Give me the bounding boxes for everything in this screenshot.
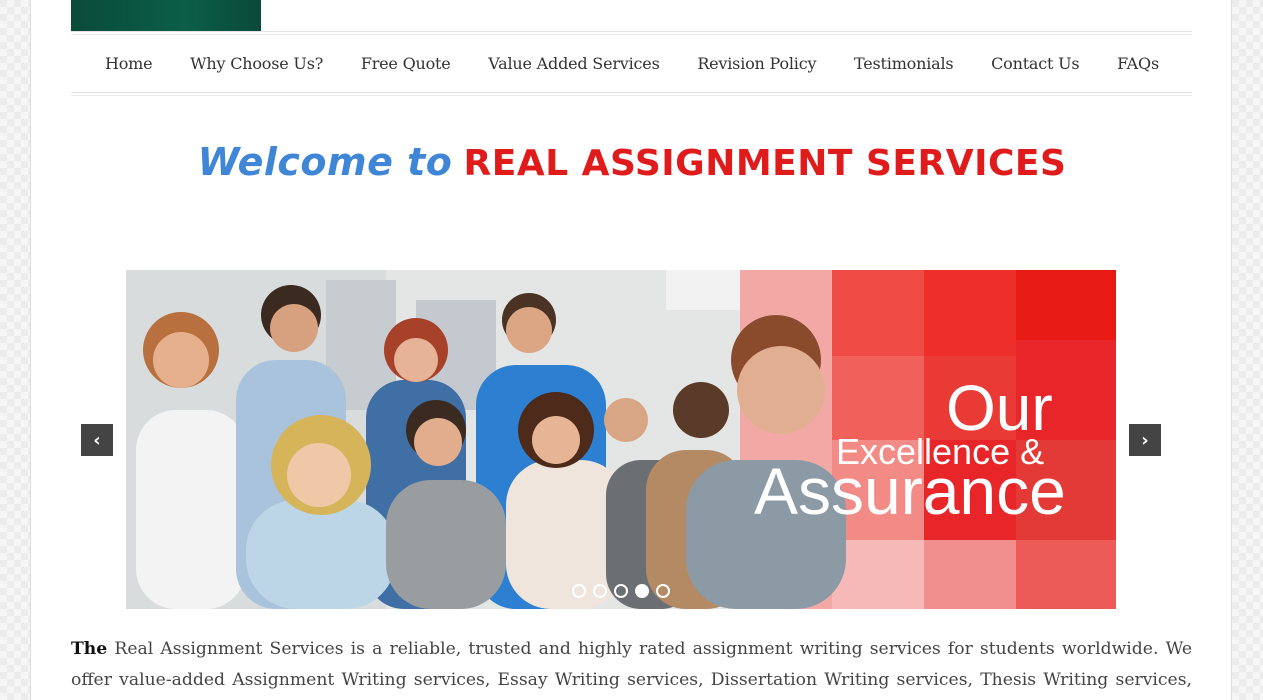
slider-pagination bbox=[572, 584, 670, 598]
slider-dot-active[interactable] bbox=[635, 584, 649, 598]
welcome-prefix: Welcome to bbox=[197, 140, 453, 184]
site-logo[interactable] bbox=[71, 0, 261, 31]
slider-dot[interactable] bbox=[656, 584, 670, 598]
chevron-right-icon: › bbox=[1141, 429, 1149, 451]
main-navigation: Home Why Choose Us? Free Quote Value Add… bbox=[71, 35, 1192, 92]
nav-item-faqs[interactable]: FAQs bbox=[1117, 54, 1159, 73]
intro-text: Real Assignment Services is a reliable, … bbox=[71, 639, 1193, 690]
slider-dot[interactable] bbox=[614, 584, 628, 598]
intro-lead: The bbox=[71, 639, 108, 659]
nav-item-revision-policy[interactable]: Revision Policy bbox=[697, 54, 816, 73]
nav-divider-bottom bbox=[71, 92, 1192, 96]
slider-prev-button[interactable]: ‹ bbox=[81, 424, 113, 456]
nav-item-contact-us[interactable]: Contact Us bbox=[991, 54, 1080, 73]
nav-item-testimonials[interactable]: Testimonials bbox=[854, 54, 954, 73]
slider-dot[interactable] bbox=[572, 584, 586, 598]
slide-image bbox=[126, 270, 1116, 609]
page-container: Home Why Choose Us? Free Quote Value Add… bbox=[30, 0, 1232, 700]
nav-item-why-choose-us[interactable]: Why Choose Us? bbox=[190, 54, 323, 73]
nav-item-free-quote[interactable]: Free Quote bbox=[361, 54, 451, 73]
slider-dot[interactable] bbox=[593, 584, 607, 598]
nav-item-value-added-services[interactable]: Value Added Services bbox=[488, 54, 660, 73]
image-slider[interactable]: Our Excellence & Assurance bbox=[126, 270, 1116, 609]
intro-paragraph: The Real Assignment Services is a reliab… bbox=[71, 634, 1192, 700]
welcome-heading: Welcome to REAL ASSIGNMENT SERVICES bbox=[31, 140, 1233, 184]
nav-item-home[interactable]: Home bbox=[105, 54, 153, 73]
slider-next-button[interactable]: › bbox=[1129, 424, 1161, 456]
welcome-brand: REAL ASSIGNMENT SERVICES bbox=[463, 143, 1067, 184]
chevron-left-icon: ‹ bbox=[93, 429, 101, 451]
